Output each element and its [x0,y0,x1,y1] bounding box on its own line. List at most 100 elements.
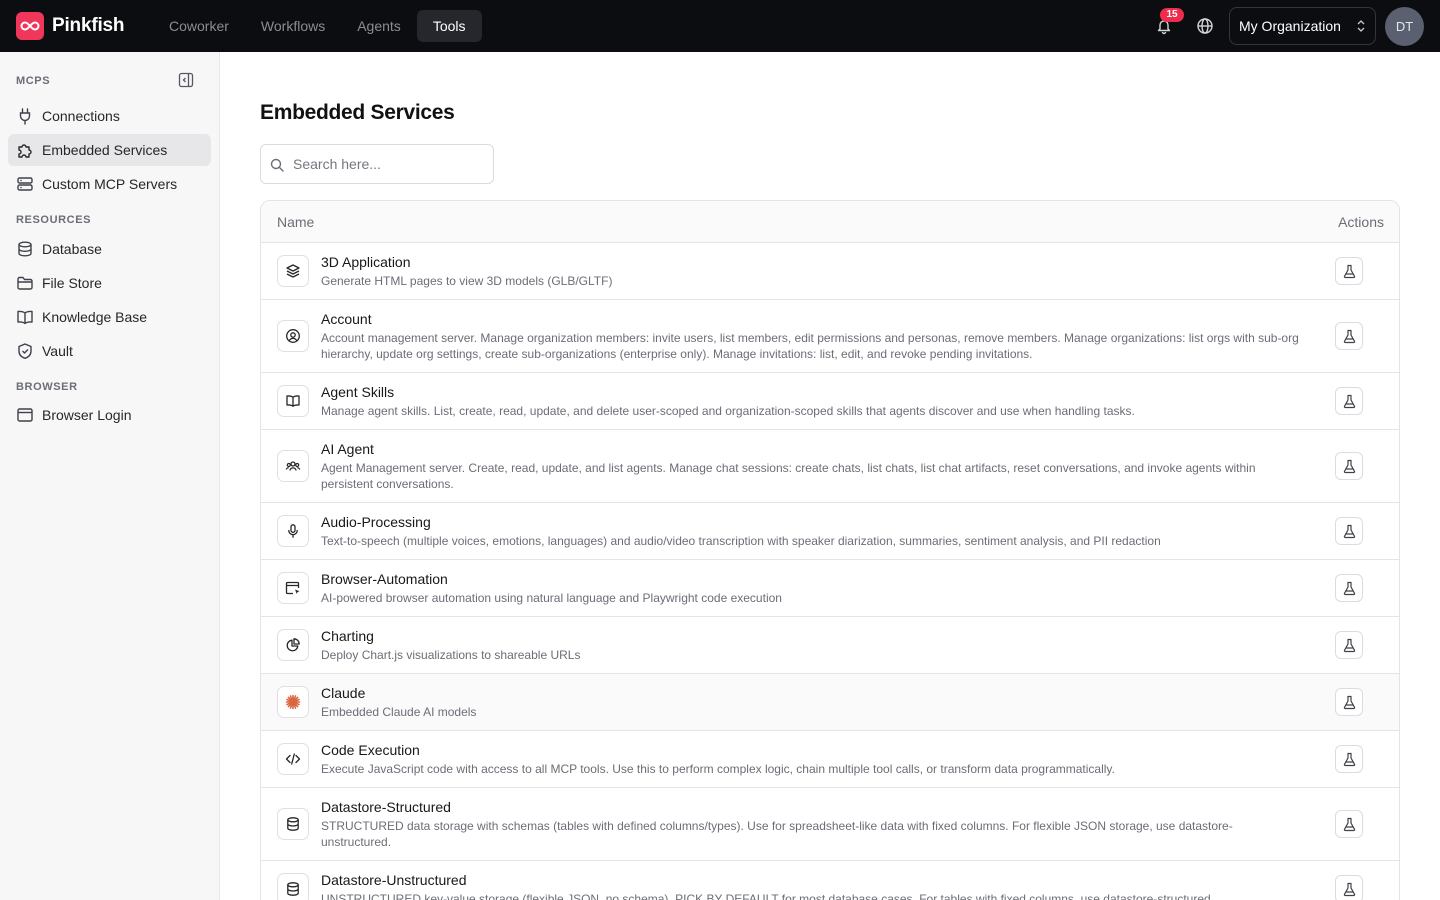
table-row[interactable]: Audio-Processing Text-to-speech (multipl… [261,503,1399,560]
sidebar-item-label: Database [42,241,102,257]
sidebar-item-label: Knowledge Base [42,309,148,325]
sidebar-item-browser-login[interactable]: Browser Login [8,399,211,431]
table-row[interactable]: Code Execution Execute JavaScript code w… [261,731,1399,788]
organization-name: My Organization [1239,18,1341,34]
service-description: Manage agent skills. List, create, read,… [321,404,1135,418]
service-name: Agent Skills [321,384,395,400]
collapse-sidebar-icon[interactable] [178,72,194,88]
tab-coworker[interactable]: Coworker [153,10,245,42]
test-service-button[interactable] [1335,688,1363,716]
tab-workflows[interactable]: Workflows [245,10,341,42]
tab-agents[interactable]: Agents [341,10,417,42]
service-name: Charting [321,628,374,644]
sidebar-item-vault[interactable]: Vault [8,335,211,367]
test-service-button[interactable] [1335,574,1363,602]
folder-icon [17,276,33,290]
table-row[interactable]: Claude Embedded Claude AI models [261,674,1399,731]
test-service-button[interactable] [1335,322,1363,350]
brand[interactable]: Pinkfish [16,12,125,40]
globe-icon[interactable] [1195,16,1215,36]
book-open-icon [277,385,309,417]
service-description: Execute JavaScript code with access to a… [321,762,1115,776]
table-row[interactable]: Browser-Automation AI-powered browser au… [261,560,1399,617]
flask-icon [1343,581,1355,595]
flask-icon [1343,752,1355,766]
flask-icon [1343,459,1355,473]
table-header: Name Actions [261,201,1399,243]
table-row[interactable]: 3D Application Generate HTML pages to vi… [261,243,1399,300]
service-name: Datastore-Unstructured [321,872,467,888]
plug-icon [19,108,31,125]
flask-icon [1343,638,1355,652]
table-row[interactable]: AI Agent Agent Management server. Create… [261,430,1399,503]
sidebar-item-custom-mcp-servers[interactable]: Custom MCP Servers [8,168,211,200]
pinkfish-logo-icon [16,12,44,40]
service-description: Generate HTML pages to view 3D models (G… [321,274,613,288]
organization-selector[interactable]: My Organization [1229,7,1376,45]
column-header-name: Name [277,214,315,230]
service-description: Agent Management server. Create, read, u… [321,461,1256,491]
database-icon [277,808,309,840]
flask-icon [1343,817,1355,831]
test-service-button[interactable] [1335,387,1363,415]
sidebar-item-label: Vault [42,343,73,359]
service-description: UNSTRUCTURED key-value storage (flexible… [321,892,1215,900]
test-service-button[interactable] [1335,452,1363,480]
sidebar-item-label: Custom MCP Servers [42,176,178,192]
top-navigation-bar: Pinkfish Coworker Workflows Agents Tools… [0,0,1440,52]
code-icon [277,743,309,775]
tab-tools[interactable]: Tools [416,10,482,42]
test-service-button[interactable] [1335,810,1363,838]
search-box [260,144,494,184]
browser-icon [17,408,33,422]
book-icon [17,310,33,325]
chevron-up-down-icon [1357,20,1365,32]
test-service-button[interactable] [1335,745,1363,773]
test-service-button[interactable] [1335,257,1363,285]
table-row[interactable]: Datastore-Structured STRUCTURED data sto… [261,788,1399,861]
service-name: Audio-Processing [321,514,431,530]
test-service-button[interactable] [1335,631,1363,659]
sidebar-item-connections[interactable]: Connections [8,100,211,132]
sidebar-item-label: File Store [42,275,102,291]
table-row[interactable]: Agent Skills Manage agent skills. List, … [261,373,1399,430]
search-input[interactable] [293,145,489,183]
flask-icon [1343,329,1355,343]
brand-name: Pinkfish [52,15,125,36]
column-header-actions: Actions [1338,214,1384,230]
users-icon [277,450,309,482]
table-row[interactable]: Account Account management server. Manag… [261,300,1399,373]
test-service-button[interactable] [1335,875,1363,900]
user-circle-icon [277,320,309,352]
browser-cursor-icon [277,572,309,604]
user-avatar[interactable]: DT [1385,7,1424,46]
database-icon [18,241,32,257]
table-row[interactable]: Charting Deploy Chart.js visualizations … [261,617,1399,674]
search-icon [270,158,284,172]
sidebar-item-database[interactable]: Database [8,233,211,265]
sidebar-item-label: Connections [42,108,120,124]
service-name: Datastore-Structured [321,799,451,815]
service-description: AI-powered browser automation using natu… [321,591,782,605]
service-description: STRUCTURED data storage with schemas (ta… [321,819,1233,849]
service-name: Claude [321,685,366,701]
layers-icon [277,255,309,287]
sidebar-section-resources: RESOURCES [16,214,92,226]
table-row[interactable]: Datastore-Unstructured UNSTRUCTURED key-… [261,861,1399,900]
flask-icon [1343,695,1355,709]
sidebar-item-label: Browser Login [42,407,132,423]
sidebar-item-file-store[interactable]: File Store [8,267,211,299]
service-name: Code Execution [321,742,420,758]
pie-chart-icon [277,629,309,661]
service-name: AI Agent [321,441,374,457]
sidebar-item-embedded-services[interactable]: Embedded Services [8,134,211,166]
microphone-icon [277,515,309,547]
flask-icon [1343,394,1355,408]
service-description: Text-to-speech (multiple voices, emotion… [321,534,1161,548]
service-name: Account [321,311,372,327]
sidebar-item-knowledge-base[interactable]: Knowledge Base [8,301,211,333]
test-service-button[interactable] [1335,517,1363,545]
sidebar-section-browser: BROWSER [16,381,78,393]
page-title: Embedded Services [260,101,455,124]
flask-icon [1343,882,1355,896]
